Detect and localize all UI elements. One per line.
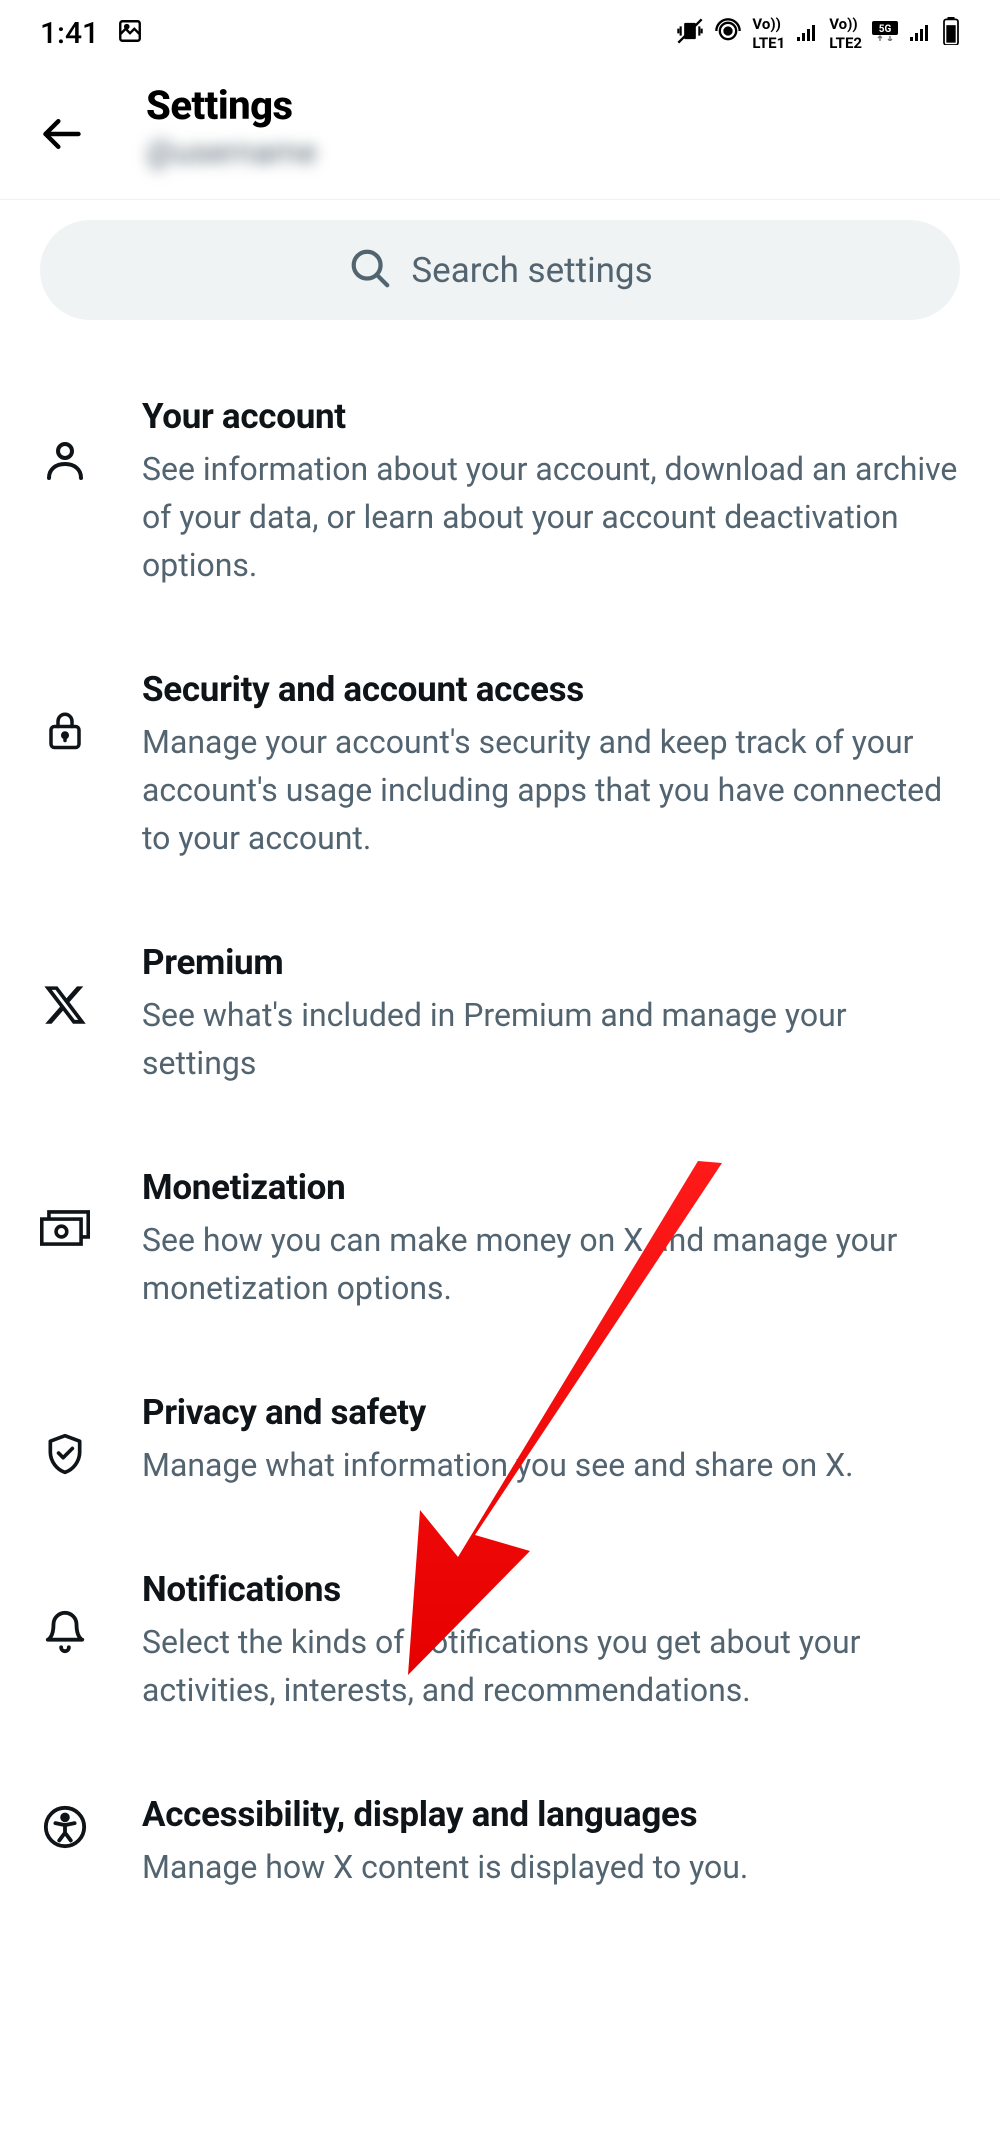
settings-texts: Security and account access Manage your …	[142, 669, 960, 862]
settings-texts: Notifications Select the kinds of notifi…	[142, 1569, 960, 1714]
search-icon	[347, 245, 393, 295]
settings-desc: Select the kinds of notifications you ge…	[142, 1618, 960, 1714]
settings-desc: Manage what information you see and shar…	[142, 1441, 960, 1489]
hotspot-icon	[714, 17, 742, 49]
signal2-icon	[908, 19, 932, 47]
settings-title: Security and account access	[142, 669, 960, 710]
settings-texts: Your account See information about your …	[142, 396, 960, 589]
back-button[interactable]	[40, 112, 84, 160]
settings-title: Your account	[142, 396, 960, 437]
x-icon	[40, 982, 90, 1028]
settings-desc: Manage your account's security and keep …	[142, 718, 960, 862]
lte2-label: Vo))LTE2	[829, 14, 862, 52]
page-subtitle: @username	[146, 133, 317, 171]
settings-title: Monetization	[142, 1167, 960, 1208]
status-left: 1:41	[40, 16, 143, 51]
settings-title: Premium	[142, 942, 960, 983]
settings-texts: Privacy and safety Manage what informati…	[142, 1392, 960, 1489]
vibrate-icon	[676, 17, 704, 49]
settings-texts: Premium See what's included in Premium a…	[142, 942, 960, 1087]
settings-item-premium[interactable]: Premium See what's included in Premium a…	[0, 902, 1000, 1127]
settings-list: Your account See information about your …	[0, 356, 1000, 1931]
status-time: 1:41	[40, 16, 99, 51]
settings-texts: Monetization See how you can make money …	[142, 1167, 960, 1312]
search-container: Search settings	[0, 200, 1000, 356]
lock-icon	[40, 709, 90, 751]
lte1-label: Vo))LTE1	[752, 14, 785, 52]
settings-item-account[interactable]: Your account See information about your …	[0, 356, 1000, 629]
battery-icon	[942, 17, 960, 49]
settings-item-notifications[interactable]: Notifications Select the kinds of notifi…	[0, 1529, 1000, 1754]
settings-desc: See what's included in Premium and manag…	[142, 991, 960, 1087]
person-icon	[40, 436, 90, 484]
header-texts: Settings @username	[146, 82, 317, 171]
settings-desc: See how you can make money on X and mana…	[142, 1216, 960, 1312]
settings-title: Accessibility, display and languages	[142, 1794, 960, 1835]
header: Settings @username	[0, 62, 1000, 200]
status-right: Vo))LTE1 Vo))LTE2 5G	[676, 14, 960, 52]
accessibility-icon	[40, 1804, 90, 1850]
screenshot-icon	[117, 18, 143, 48]
settings-item-privacy[interactable]: Privacy and safety Manage what informati…	[0, 1352, 1000, 1529]
search-input[interactable]: Search settings	[40, 220, 960, 320]
settings-desc: See information about your account, down…	[142, 445, 960, 589]
settings-title: Notifications	[142, 1569, 960, 1610]
settings-texts: Accessibility, display and languages Man…	[142, 1794, 960, 1891]
search-placeholder: Search settings	[411, 250, 652, 291]
shield-check-icon	[40, 1432, 90, 1476]
fiveg-icon: 5G	[872, 21, 898, 45]
settings-desc: Manage how X content is displayed to you…	[142, 1843, 960, 1891]
svg-text:5G: 5G	[879, 24, 892, 35]
status-bar: 1:41 Vo))LTE1	[0, 0, 1000, 62]
settings-title: Privacy and safety	[142, 1392, 960, 1433]
bell-icon	[40, 1609, 90, 1655]
settings-item-monetization[interactable]: Monetization See how you can make money …	[0, 1127, 1000, 1352]
settings-item-accessibility[interactable]: Accessibility, display and languages Man…	[0, 1754, 1000, 1931]
settings-item-security[interactable]: Security and account access Manage your …	[0, 629, 1000, 902]
signal1-icon	[795, 19, 819, 47]
page-title: Settings	[146, 82, 317, 129]
money-icon	[40, 1207, 90, 1249]
